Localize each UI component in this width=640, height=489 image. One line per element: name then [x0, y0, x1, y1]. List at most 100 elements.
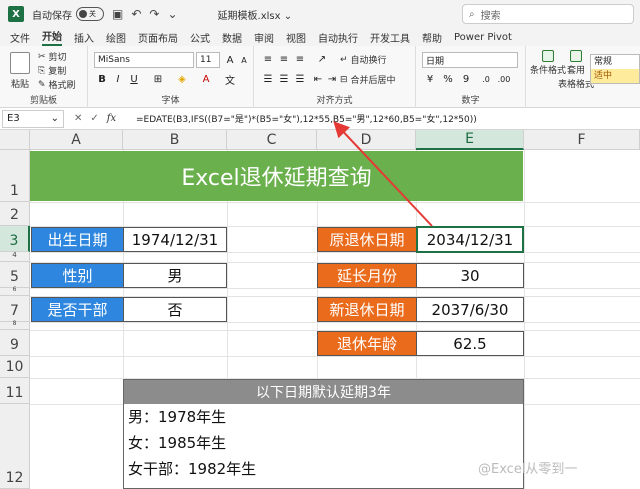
fill-color-icon[interactable]: ◈ — [174, 72, 190, 86]
original-retire-label[interactable]: 原退休日期 — [317, 227, 417, 252]
new-retire-cell[interactable]: 2037/6/30 — [416, 297, 524, 322]
merge-center-button[interactable]: ⊟ 合并后居中 — [340, 73, 396, 87]
italic-icon[interactable]: I — [110, 72, 126, 86]
copy-button[interactable]: ⎘ 复制 — [38, 64, 66, 78]
tab-data[interactable]: 数据 — [222, 30, 242, 45]
align-bottom-icon[interactable]: ≡ — [292, 52, 308, 66]
cadre-label[interactable]: 是否干部 — [31, 297, 124, 322]
column-header-a[interactable]: A — [30, 130, 123, 150]
original-retire-cell[interactable]: 2034/12/31 — [416, 226, 524, 253]
style-normal[interactable]: 常规 — [591, 55, 639, 69]
row-header-7[interactable]: 7 — [0, 296, 30, 322]
format-painter-button[interactable]: ✎ 格式刷 — [38, 78, 76, 92]
retire-age-label[interactable]: 退休年龄 — [317, 331, 417, 356]
gender-label[interactable]: 性别 — [31, 263, 124, 288]
search-input[interactable]: ⌕ 搜索 — [462, 4, 634, 24]
align-top-icon[interactable]: ≡ — [260, 52, 276, 66]
row-header-11[interactable]: 11 — [0, 378, 30, 404]
tab-home[interactable]: 开始 — [42, 28, 62, 46]
bold-icon[interactable]: B — [94, 72, 110, 86]
row-header-10[interactable]: 10 — [0, 356, 30, 378]
row-header-3[interactable]: 3 — [0, 226, 30, 252]
underline-icon[interactable]: U — [126, 72, 142, 86]
cut-button[interactable]: ✂ 剪切 — [38, 50, 67, 64]
name-box[interactable]: E3 ⌄ — [2, 109, 64, 128]
confirm-icon[interactable]: ✓ — [90, 113, 98, 124]
gridline — [30, 288, 640, 289]
table-icon — [570, 50, 582, 62]
note-box[interactable]: 以下日期默认延期3年 男：1978年生 女：1985年生 女干部：1982年生 — [123, 379, 524, 489]
number-format-select[interactable]: 日期 — [422, 52, 518, 68]
row-header-2[interactable]: 2 — [0, 202, 30, 226]
customize-icon[interactable]: ⌄ — [167, 7, 177, 21]
ribbon: 粘贴 ✂ 剪切 ⎘ 复制 ✎ 格式刷 剪贴板 MiSans 11 A A B I U … — [0, 46, 640, 108]
cancel-icon[interactable]: ✕ — [74, 113, 82, 124]
tab-developer[interactable]: 开发工具 — [370, 30, 410, 45]
gender-cell[interactable]: 男 — [123, 263, 227, 288]
tab-help[interactable]: 帮助 — [422, 30, 442, 45]
paste-button[interactable]: 粘贴 — [10, 52, 30, 90]
tab-insert[interactable]: 插入 — [74, 30, 94, 45]
birth-date-label[interactable]: 出生日期 — [31, 227, 124, 252]
font-size-select[interactable]: 11 — [196, 52, 220, 68]
decrease-decimal-icon[interactable]: .00 — [496, 72, 512, 86]
style-neutral[interactable]: 适中 — [591, 69, 639, 83]
currency-icon[interactable]: ¥ — [422, 72, 438, 86]
row-header-8[interactable]: 8 — [0, 320, 30, 330]
birth-date-cell[interactable]: 1974/12/31 — [123, 227, 227, 252]
tab-review[interactable]: 审阅 — [254, 30, 274, 45]
comma-icon[interactable]: 9 — [458, 72, 474, 86]
cell-styles-gallery[interactable]: 常规 适中 — [590, 54, 640, 84]
tab-page-layout[interactable]: 页面布局 — [138, 30, 178, 45]
format-as-table-button[interactable]: 套用 表格格式 — [558, 50, 594, 90]
column-header-c[interactable]: C — [227, 130, 317, 150]
align-center-icon[interactable]: ☰ — [276, 72, 292, 86]
row-header-5[interactable]: 5 — [0, 262, 30, 288]
orientation-icon[interactable]: ↗ — [314, 52, 330, 66]
tab-power-pivot[interactable]: Power Pivot — [454, 32, 512, 43]
align-right-icon[interactable]: ☰ — [292, 72, 308, 86]
new-retire-label[interactable]: 新退休日期 — [317, 297, 417, 322]
tab-view[interactable]: 视图 — [286, 30, 306, 45]
decrease-font-icon[interactable]: A — [236, 53, 252, 67]
row-header-6[interactable]: 6 — [0, 286, 30, 296]
copy-icon: ⎘ — [38, 65, 46, 76]
retire-age-cell[interactable]: 62.5 — [416, 331, 524, 356]
extend-months-cell[interactable]: 30 — [416, 263, 524, 288]
row-header-1[interactable]: 1 — [0, 150, 30, 202]
sheet-title-banner[interactable]: Excel退休延期查询 — [30, 151, 523, 201]
extend-months-label[interactable]: 延长月份 — [317, 263, 417, 288]
row-header-12[interactable]: 12 — [0, 404, 30, 489]
wrap-text-button[interactable]: ↵ 自动换行 — [340, 53, 387, 67]
font-name-select[interactable]: MiSans — [94, 52, 194, 68]
formula-input[interactable]: =EDATE(B3,IFS((B7="是")*(B5="女"),12*55,B5… — [136, 112, 477, 125]
increase-indent-icon[interactable]: ⇥ — [324, 72, 340, 86]
increase-decimal-icon[interactable]: .0 — [478, 72, 494, 86]
align-middle-icon[interactable]: ≡ — [276, 52, 292, 66]
gridline — [30, 252, 640, 253]
border-icon[interactable]: ⊞ — [150, 72, 166, 86]
autosave-toggle[interactable]: 关 — [76, 7, 104, 21]
select-all-corner[interactable] — [0, 130, 30, 150]
tab-draw[interactable]: 绘图 — [106, 30, 126, 45]
tab-file[interactable]: 文件 — [10, 30, 30, 45]
redo-icon[interactable]: ↷ — [149, 7, 159, 21]
row-header-4[interactable]: 4 — [0, 251, 30, 262]
align-left-icon[interactable]: ☰ — [260, 72, 276, 86]
clipboard-group-label: 剪贴板 — [29, 96, 57, 106]
undo-icon[interactable]: ↶ — [131, 7, 141, 21]
file-name[interactable]: 延期模板.xlsx ⌄ — [218, 7, 293, 22]
function-icon[interactable]: fx — [107, 113, 116, 124]
save-icon[interactable]: ▣ — [112, 7, 123, 21]
column-header-f[interactable]: F — [524, 130, 640, 150]
column-header-e[interactable]: E — [416, 130, 524, 150]
phonetic-icon[interactable]: 文 — [222, 72, 238, 87]
font-color-icon[interactable]: A — [198, 72, 214, 86]
row-header-9[interactable]: 9 — [0, 330, 30, 356]
column-header-d[interactable]: D — [317, 130, 416, 150]
cadre-cell[interactable]: 否 — [123, 297, 227, 322]
tab-automate[interactable]: 自动执行 — [318, 30, 358, 45]
percent-icon[interactable]: % — [440, 72, 456, 86]
tab-formulas[interactable]: 公式 — [190, 30, 210, 45]
column-header-b[interactable]: B — [123, 130, 227, 150]
